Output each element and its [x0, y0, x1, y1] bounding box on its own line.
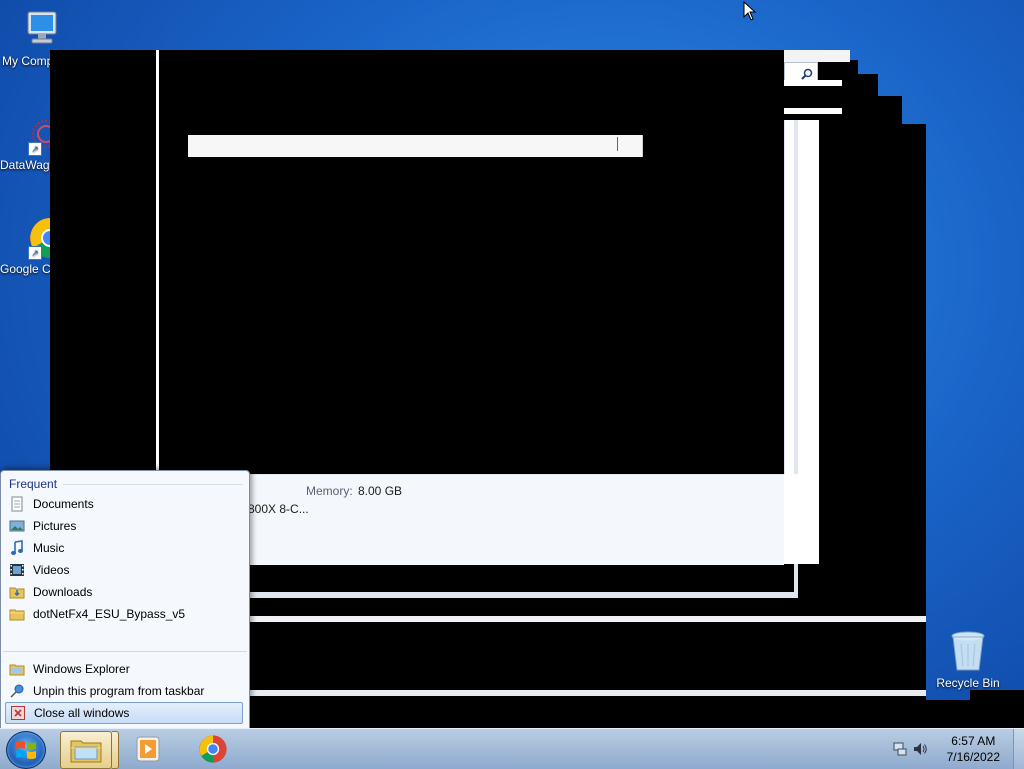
details-pane: Memory: 8.00 GB 800X 8-C...	[248, 474, 784, 565]
memory-label: Memory:	[306, 484, 353, 498]
task-label: Windows Explorer	[33, 662, 130, 676]
explorer-icon	[70, 740, 102, 763]
jump-list-item-downloads[interactable]: Downloads	[1, 581, 249, 603]
jump-list-item-label: dotNetFx4_ESU_Bypass_v5	[33, 607, 186, 621]
glitched-window-edge	[926, 700, 976, 728]
clock-date: 7/16/2022	[946, 750, 1000, 764]
clock-time: 6:57 AM	[951, 734, 996, 748]
start-button[interactable]	[6, 731, 46, 769]
jump-list-heading: Frequent	[9, 477, 58, 491]
windows-logo-icon	[16, 741, 36, 759]
explorer-icon	[9, 661, 25, 677]
details-pane-edge	[784, 474, 818, 564]
jump-list-item-music[interactable]: Music	[1, 537, 249, 559]
task-unpin-from-taskbar[interactable]: Unpin this program from taskbar	[1, 680, 249, 702]
desktop-icon-label: Recycle Bin	[936, 676, 1000, 690]
taskbar-button-chrome[interactable]	[188, 731, 238, 767]
glitched-window-edge	[970, 690, 1024, 728]
taskbar-button-stack-edge	[112, 731, 119, 769]
jump-list-item-pictures[interactable]: Pictures	[1, 515, 249, 537]
shortcut-arrow-icon: ↗	[28, 246, 42, 260]
task-close-all-windows[interactable]: Close all windows	[5, 702, 243, 724]
network-icon[interactable]	[892, 741, 908, 757]
glitched-window-edge	[850, 60, 858, 728]
system-clock[interactable]: 6:57 AM 7/16/2022	[947, 733, 1000, 765]
taskbar: 6:57 AM 7/16/2022	[0, 728, 1024, 769]
shortcut-arrow-icon: ↗	[28, 142, 42, 156]
jump-list-item-label: Pictures	[33, 519, 77, 533]
music-icon	[9, 540, 25, 556]
desktop-icon-recycle-bin[interactable]: Recycle Bin	[932, 630, 1004, 690]
jump-list-item-label: Documents	[33, 497, 94, 511]
pictures-icon	[9, 518, 25, 534]
glitched-window-edge	[858, 74, 878, 728]
documents-icon	[9, 496, 25, 512]
folder-icon	[9, 606, 25, 622]
glitched-window-edge	[902, 124, 926, 728]
processor-text: 800X 8-C...	[248, 502, 309, 516]
chrome-icon	[199, 735, 227, 763]
videos-icon	[9, 562, 25, 578]
task-label: Close all windows	[34, 706, 130, 720]
window-divider	[156, 50, 159, 470]
downloads-folder-icon	[9, 584, 25, 600]
system-tray: 6:57 AM 7/16/2022	[884, 729, 1024, 769]
media-player-icon	[136, 736, 160, 762]
jump-list-item-label: Videos	[33, 563, 70, 577]
window-frame-strip	[784, 80, 842, 86]
unpin-icon	[9, 683, 25, 699]
close-windows-icon	[10, 705, 26, 721]
memory-value: 8.00 GB	[358, 484, 403, 498]
taskbar-button-explorer[interactable]	[60, 731, 112, 769]
recycle-bin-icon	[946, 630, 990, 674]
computer-icon	[16, 8, 60, 52]
search-icon[interactable]	[801, 68, 813, 80]
jump-list-tasks: Windows Explorer Unpin this program from…	[1, 645, 249, 724]
text-cursor	[617, 137, 618, 151]
jump-list-item-videos[interactable]: Videos	[1, 559, 249, 581]
window-titlebar-fragment	[784, 50, 850, 62]
glitched-window-edge	[878, 96, 902, 728]
window-frame-strip	[248, 690, 926, 696]
task-label: Unpin this program from taskbar	[33, 684, 205, 698]
taskbar-button-media-player[interactable]	[124, 731, 174, 767]
heading-separator	[63, 484, 243, 485]
taskbar-jump-list: Frequent Documents Pictures Music Videos…	[0, 470, 250, 730]
show-desktop-button[interactable]	[1013, 729, 1024, 769]
jump-list-item-documents[interactable]: Documents	[1, 493, 249, 515]
jump-list-item-dotnetfx4[interactable]: dotNetFx4_ESU_Bypass_v5	[1, 603, 249, 625]
jump-list-item-label: Downloads	[33, 585, 93, 599]
window-border-fragment	[248, 592, 798, 598]
task-windows-explorer[interactable]: Windows Explorer	[1, 658, 249, 680]
window-frame-strip	[784, 108, 842, 114]
jump-list-divider	[3, 651, 247, 652]
address-bar[interactable]	[188, 135, 643, 157]
mouse-cursor-icon	[743, 1, 757, 21]
window-frame-strip	[248, 616, 926, 622]
jump-list-item-label: Music	[33, 541, 65, 555]
volume-icon[interactable]	[912, 741, 928, 757]
